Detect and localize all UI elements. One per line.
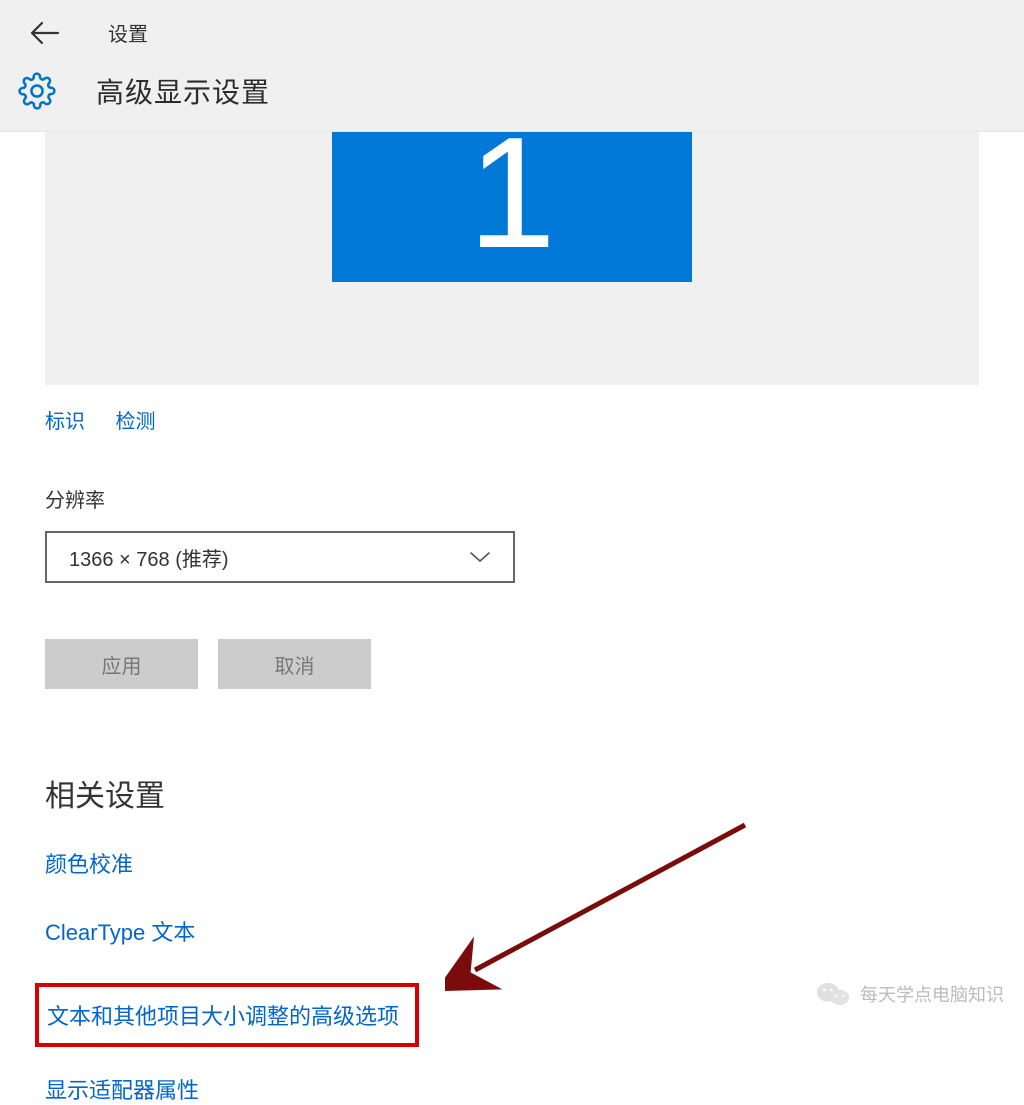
color-calibration-link[interactable]: 颜色校准 <box>45 847 979 879</box>
wechat-icon <box>816 980 850 1008</box>
back-button[interactable] <box>30 21 60 45</box>
cancel-button[interactable]: 取消 <box>218 639 371 689</box>
chevron-down-icon <box>469 551 491 563</box>
page-title: 高级显示设置 <box>96 71 270 111</box>
resolution-value: 1366 × 768 (推荐) <box>69 543 229 572</box>
settings-label: 设置 <box>108 18 148 47</box>
highlight-annotation: 文本和其他项目大小调整的高级选项 <box>35 983 419 1047</box>
header-bar: 设置 高级显示设置 <box>0 0 1024 132</box>
detect-link[interactable]: 检测 <box>115 411 155 433</box>
watermark: 每天学点电脑知识 <box>816 980 1004 1008</box>
monitor-action-links: 标识 检测 <box>45 405 979 434</box>
related-heading: 相关设置 <box>45 771 979 815</box>
resolution-label: 分辨率 <box>45 484 979 513</box>
watermark-text: 每天学点电脑知识 <box>860 981 1004 1007</box>
identify-link[interactable]: 标识 <box>45 411 85 433</box>
header-bottom-row: 高级显示设置 <box>0 61 1024 129</box>
gear-icon-svg <box>18 72 56 110</box>
apply-label: 应用 <box>102 650 142 679</box>
cleartype-link[interactable]: ClearType 文本 <box>45 915 979 947</box>
related-settings-section: 相关设置 颜色校准 ClearType 文本 文本和其他项目大小调整的高级选项 … <box>45 771 979 1105</box>
monitor-tile-1[interactable]: 1 <box>332 132 692 282</box>
monitor-number: 1 <box>468 132 556 255</box>
resolution-section: 分辨率 1366 × 768 (推荐) <box>45 484 979 583</box>
header-top-row: 设置 <box>0 0 1024 61</box>
resolution-dropdown[interactable]: 1366 × 768 (推荐) <box>45 531 515 583</box>
action-button-row: 应用 取消 <box>45 639 979 689</box>
cancel-label: 取消 <box>275 650 315 679</box>
monitor-preview-area: 1 <box>45 132 979 385</box>
gear-icon[interactable] <box>18 72 56 110</box>
arrow-left-icon <box>30 21 60 45</box>
display-adapter-link[interactable]: 显示适配器属性 <box>45 1073 979 1105</box>
apply-button[interactable]: 应用 <box>45 639 198 689</box>
advanced-text-sizing-link[interactable]: 文本和其他项目大小调整的高级选项 <box>47 999 399 1031</box>
